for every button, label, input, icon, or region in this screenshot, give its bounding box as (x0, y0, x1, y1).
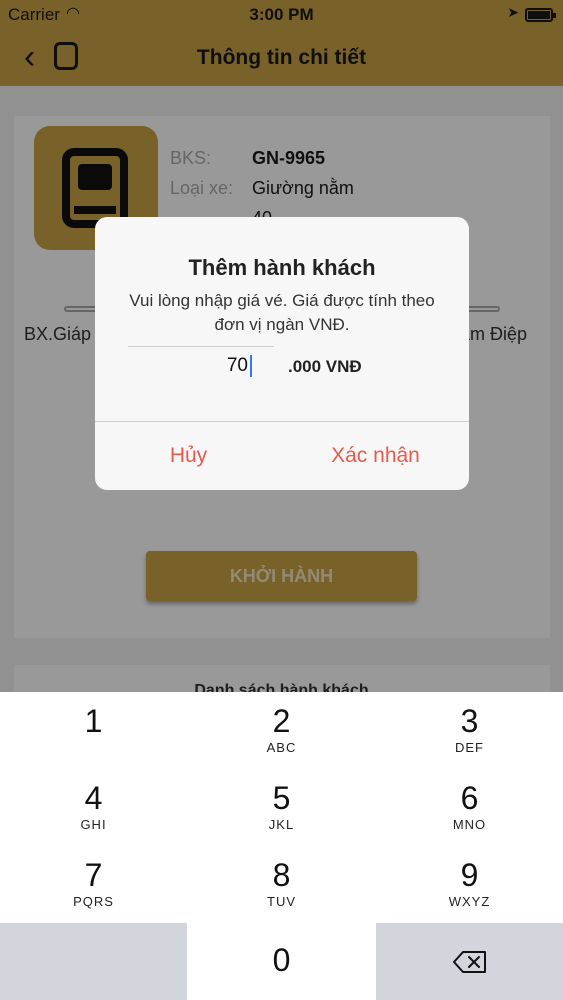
confirm-button[interactable]: Xác nhận (282, 422, 469, 490)
backspace-icon (452, 951, 487, 973)
key-8[interactable]: 8 TUV (188, 846, 375, 922)
dialog-title: Thêm hành khách (188, 255, 376, 280)
key-6[interactable]: 6 MNO (376, 769, 563, 845)
key-7[interactable]: 7 PQRS (0, 846, 187, 922)
key-letters: MNO (452, 817, 487, 832)
key-digit: 0 (272, 942, 291, 978)
backspace-key[interactable] (376, 923, 563, 1000)
key-letters: ABC (266, 740, 297, 755)
key-letters: PQRS (73, 894, 114, 909)
key-digit: 7 (84, 857, 103, 893)
key-letters: GHI (80, 817, 107, 832)
key-digit: 6 (460, 780, 479, 816)
numeric-keypad: 1 2 ABC 3 DEF 4 GHI 5 JKL 6 MNO 7 PQRS 8… (0, 692, 563, 1000)
text-caret (250, 355, 252, 377)
cancel-button[interactable]: Hủy (95, 422, 282, 490)
key-9[interactable]: 9 WXYZ (376, 846, 563, 922)
key-3[interactable]: 3 DEF (376, 692, 563, 768)
key-letters: JKL (268, 817, 295, 832)
key-digit: 8 (272, 857, 291, 893)
key-digit: 1 (84, 703, 103, 739)
key-blank (0, 923, 187, 1000)
key-4[interactable]: 4 GHI (0, 769, 187, 845)
key-2[interactable]: 2 ABC (188, 692, 375, 768)
price-input[interactable] (128, 351, 274, 381)
key-digit: 2 (272, 703, 291, 739)
add-passenger-dialog: Thêm hành khách Vui lòng nhập giá vé. Gi… (95, 217, 469, 490)
key-0[interactable]: 0 (188, 923, 375, 1000)
key-digit: 9 (460, 857, 479, 893)
key-digit: 4 (84, 780, 103, 816)
key-digit: 5 (272, 780, 291, 816)
price-unit: .000 VNĐ (288, 357, 362, 376)
key-letters: WXYZ (448, 894, 491, 909)
key-5[interactable]: 5 JKL (188, 769, 375, 845)
key-letters: TUV (267, 894, 296, 909)
dialog-message: Vui lòng nhập giá vé. Giá được tính theo… (129, 291, 435, 334)
key-digit: 3 (460, 703, 479, 739)
key-letters: DEF (455, 740, 484, 755)
price-field (128, 346, 274, 382)
key-1[interactable]: 1 (0, 692, 187, 768)
